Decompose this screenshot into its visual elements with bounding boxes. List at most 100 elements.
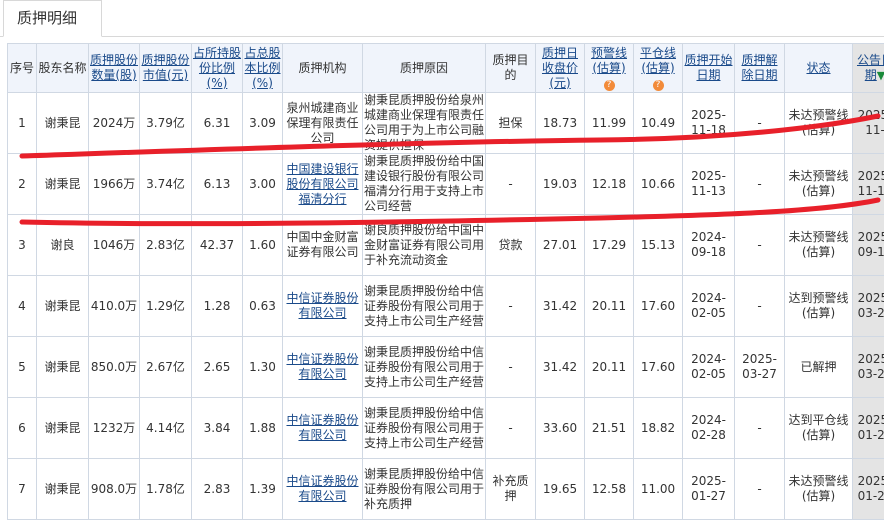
cell-org[interactable]: 中国建设银行股份有限公司福清分行 [283,154,363,215]
cell-purpose: - [486,154,536,215]
sort-down-arrow-icon[interactable]: ▼ [877,69,884,82]
cell-announce: 2025-03-29 [853,337,884,398]
cell-start: 2025-11-18 [683,93,735,154]
cell-org[interactable]: 中信证券股份有限公司 [283,276,363,337]
org-link[interactable]: 中信证券股份有限公司 [286,291,358,320]
cell-purpose: 补充质押 [486,459,536,520]
cell-org[interactable]: 中信证券股份有限公司 [283,398,363,459]
org-link[interactable]: 中国建设银行股份有限公司福清分行 [286,162,358,206]
cell-start: 2025-11-13 [683,154,735,215]
col-start[interactable]: 质押开始日期 [683,44,735,93]
cell-liq: 11.00 [634,459,683,520]
cell-warn: 11.99 [585,93,634,154]
cell-release: - [735,276,785,337]
tab-bar: 质押明细 [0,0,884,37]
cell-close: 19.03 [536,154,585,215]
cell-qty: 1232万 [89,398,140,459]
cell-holder: 谢秉昆 [37,459,89,520]
col-purpose: 质押目的 [486,44,536,93]
cell-qty: 908.0万 [89,459,140,520]
col-status[interactable]: 状态 [785,44,853,93]
cell-seq: 7 [8,459,37,520]
col-close[interactable]: 质押日收盘价(元) [536,44,585,93]
cell-seq: 6 [8,398,37,459]
cell-liq: 17.60 [634,337,683,398]
cell-pct-hold: 2.65 [192,337,243,398]
cell-warn: 21.51 [585,398,634,459]
question-icon[interactable]: ? [604,80,615,91]
cell-status: 达到平仓线(估算) [785,398,853,459]
col-pct-hold[interactable]: 占所持股份比例(%) [192,44,243,93]
col-warn[interactable]: 预警线(估算)? [585,44,634,93]
cell-holder: 谢秉昆 [37,398,89,459]
cell-seq: 3 [8,215,37,276]
cell-purpose: - [486,398,536,459]
cell-value: 3.79亿 [140,93,192,154]
col-liq[interactable]: 平仓线(估算)? [634,44,683,93]
cell-org[interactable]: 中信证券股份有限公司 [283,459,363,520]
cell-pct-total: 1.30 [243,337,283,398]
cell-status: 未达预警线(估算) [785,93,853,154]
cell-release: - [735,154,785,215]
cell-purpose: 贷款 [486,215,536,276]
cell-start: 2024-09-18 [683,215,735,276]
cell-status: 未达预警线(估算) [785,215,853,276]
cell-pct-total: 1.88 [243,398,283,459]
table-row: 7谢秉昆908.0万1.78亿2.831.39中信证券股份有限公司谢秉昆质押股份… [8,459,884,520]
cell-seq: 2 [8,154,37,215]
col-seq: 序号 [8,44,37,93]
cell-close: 33.60 [536,398,585,459]
cell-release: 2025-03-27 [735,337,785,398]
cell-release: - [735,215,785,276]
cell-liq: 10.66 [634,154,683,215]
cell-org[interactable]: 中信证券股份有限公司 [283,337,363,398]
cell-reason: 谢秉昆质押股份给泉州城建商业保理有限责任公司用于为上市公司融资提供担保 [363,93,486,154]
col-value[interactable]: 质押股份市值(元) [140,44,192,93]
cell-reason: 谢秉昆质押股份给中信证券股份有限公司用于补充质押 [363,459,486,520]
cell-qty: 850.0万 [89,337,140,398]
cell-release: - [735,398,785,459]
tab-pledge-detail[interactable]: 质押明细 [3,0,102,37]
cell-start: 2025-01-27 [683,459,735,520]
cell-announce: 2025-11-13 [853,154,884,215]
cell-pct-hold: 6.13 [192,154,243,215]
col-holder: 股东名称 [37,44,89,93]
cell-reason: 谢秉昆质押股份给中信证券股份有限公司用于支持上市公司生产经营 [363,276,486,337]
cell-warn: 12.58 [585,459,634,520]
cell-seq: 4 [8,276,37,337]
cell-start: 2024-02-05 [683,276,735,337]
cell-seq: 5 [8,337,37,398]
cell-pct-total: 0.63 [243,276,283,337]
cell-warn: 20.11 [585,276,634,337]
org-link[interactable]: 中信证券股份有限公司 [286,413,358,442]
question-icon[interactable]: ? [653,80,664,91]
cell-pct-hold: 6.31 [192,93,243,154]
cell-holder: 谢秉昆 [37,276,89,337]
table-row: 6谢秉昆1232万4.14亿3.841.88中信证券股份有限公司谢秉昆质押股份给… [8,398,884,459]
col-pct-total[interactable]: 占总股本比例(%) [243,44,283,93]
cell-pct-hold: 3.84 [192,398,243,459]
cell-reason: 谢秉昆质押股份给中国建设银行股份有限公司福清分行用于支持上市公司经营 [363,154,486,215]
cell-close: 31.42 [536,276,585,337]
table-row: 2谢秉昆1966万3.74亿6.133.00中国建设银行股份有限公司福清分行谢秉… [8,154,884,215]
col-qty[interactable]: 质押股份数量(股) [89,44,140,93]
org-link[interactable]: 中信证券股份有限公司 [286,474,358,503]
cell-pct-total: 3.00 [243,154,283,215]
cell-announce: 2025-09-19 [853,215,884,276]
cell-announce: 2025-01-28 [853,459,884,520]
cell-holder: 谢秉昆 [37,154,89,215]
cell-release: - [735,459,785,520]
cell-liq: 18.82 [634,398,683,459]
table-row: 4谢秉昆410.0万1.29亿1.280.63中信证券股份有限公司谢秉昆质押股份… [8,276,884,337]
table-row: 3谢良1046万2.83亿42.371.60中国中金财富证券有限公司谢良质押股份… [8,215,884,276]
col-release[interactable]: 质押解除日期 [735,44,785,93]
cell-warn: 12.18 [585,154,634,215]
cell-value: 2.83亿 [140,215,192,276]
cell-pct-hold: 2.83 [192,459,243,520]
cell-pct-total: 3.09 [243,93,283,154]
cell-status: 已解押 [785,337,853,398]
org-link[interactable]: 中信证券股份有限公司 [286,352,358,381]
col-announce[interactable]: 公告日期▼ [853,44,884,93]
cell-pct-hold: 42.37 [192,215,243,276]
cell-close: 18.73 [536,93,585,154]
